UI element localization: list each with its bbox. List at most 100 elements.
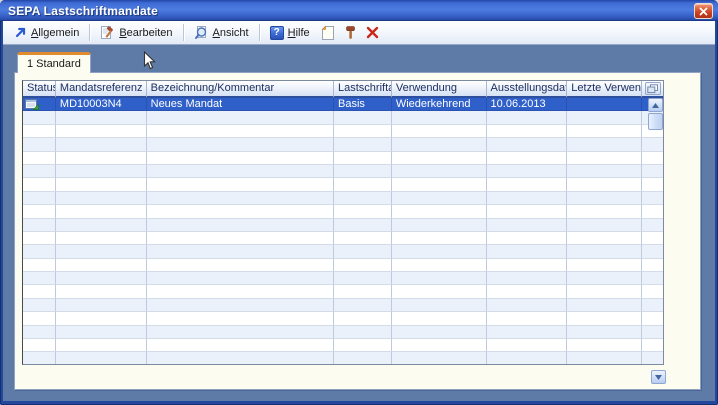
column-header-corner bbox=[642, 81, 663, 98]
empty-cell bbox=[487, 259, 568, 272]
window-title: SEPA Lastschriftmandate bbox=[0, 4, 158, 18]
empty-cell bbox=[23, 232, 56, 245]
empty-cell bbox=[567, 152, 642, 165]
column-header-mandatsreferenz[interactable]: Mandatsreferenz bbox=[56, 81, 147, 98]
empty-cell bbox=[56, 326, 147, 339]
empty-cell bbox=[487, 272, 568, 285]
empty-cell bbox=[567, 326, 642, 339]
empty-cell bbox=[642, 339, 663, 352]
empty-cell bbox=[334, 192, 392, 205]
hammer-icon bbox=[343, 25, 358, 40]
table-row-empty[interactable] bbox=[23, 285, 663, 298]
empty-cell bbox=[392, 259, 487, 272]
empty-cell bbox=[392, 312, 487, 325]
empty-cell bbox=[487, 299, 568, 312]
empty-cell bbox=[147, 125, 334, 138]
mandates-panel: Status Mandatsreferenz Bezeichnung/Komme… bbox=[14, 72, 701, 390]
empty-cell bbox=[642, 326, 663, 339]
empty-cell bbox=[56, 299, 147, 312]
mandate-active-icon bbox=[25, 99, 39, 110]
empty-cell bbox=[56, 352, 147, 365]
empty-cell bbox=[392, 339, 487, 352]
empty-cell bbox=[567, 178, 642, 191]
empty-cell bbox=[147, 285, 334, 298]
table-row-empty[interactable] bbox=[23, 259, 663, 272]
empty-cell bbox=[487, 192, 568, 205]
empty-cell bbox=[392, 125, 487, 138]
empty-cell bbox=[23, 205, 56, 218]
table-row-empty[interactable] bbox=[23, 178, 663, 191]
empty-cell bbox=[567, 111, 642, 124]
empty-cell bbox=[56, 312, 147, 325]
empty-cell bbox=[567, 219, 642, 232]
column-options-button[interactable] bbox=[645, 82, 661, 95]
empty-cell bbox=[147, 352, 334, 365]
empty-cell bbox=[334, 178, 392, 191]
table-header-row: Status Mandatsreferenz Bezeichnung/Komme… bbox=[23, 81, 663, 98]
verwendung-cell: Wiederkehrend bbox=[392, 98, 487, 111]
column-header-ausstellungsdatum[interactable]: Ausstellungsdatum bbox=[487, 81, 568, 98]
table-row-empty[interactable] bbox=[23, 165, 663, 178]
empty-cell bbox=[147, 165, 334, 178]
empty-cell bbox=[56, 192, 147, 205]
table-row-empty[interactable] bbox=[23, 111, 663, 124]
empty-cell bbox=[334, 219, 392, 232]
empty-cell bbox=[567, 285, 642, 298]
empty-cell bbox=[23, 339, 56, 352]
arrow-down-icon bbox=[655, 375, 662, 380]
column-header-bezeichnung[interactable]: Bezeichnung/Kommentar bbox=[147, 81, 334, 98]
empty-cell bbox=[487, 285, 568, 298]
empty-cell bbox=[23, 259, 56, 272]
table-row-empty[interactable] bbox=[23, 232, 663, 245]
table-row-empty[interactable] bbox=[23, 312, 663, 325]
empty-cell bbox=[642, 219, 663, 232]
table-row-empty[interactable] bbox=[23, 352, 663, 365]
scrollbar-down-button[interactable] bbox=[651, 370, 666, 384]
empty-cell bbox=[487, 165, 568, 178]
empty-cell bbox=[23, 192, 56, 205]
table-row-empty[interactable] bbox=[23, 219, 663, 232]
empty-cell bbox=[334, 245, 392, 258]
empty-cell bbox=[334, 205, 392, 218]
hilfe-button[interactable]: ? Hilfe bbox=[263, 23, 317, 43]
scrollbar-up-button[interactable] bbox=[648, 98, 663, 112]
empty-cell bbox=[567, 138, 642, 151]
tab-standard[interactable]: 1 Standard bbox=[17, 52, 91, 73]
close-button[interactable] bbox=[694, 3, 713, 19]
empty-cell bbox=[56, 232, 147, 245]
column-header-verwendung[interactable]: Verwendung bbox=[392, 81, 487, 98]
table-row-empty[interactable] bbox=[23, 326, 663, 339]
hammer-button[interactable] bbox=[339, 23, 362, 43]
column-header-letzte-verwendung[interactable]: Letzte Verwendung bbox=[567, 81, 642, 98]
empty-cell bbox=[392, 138, 487, 151]
empty-cell bbox=[487, 352, 568, 365]
table-row-empty[interactable] bbox=[23, 138, 663, 151]
table-row-selected[interactable]: MD10003N4 Neues Mandat Basis Wiederkehre… bbox=[23, 98, 663, 111]
bearbeiten-button[interactable]: Bearbeiten bbox=[93, 23, 179, 43]
table-row-empty[interactable] bbox=[23, 192, 663, 205]
column-header-status[interactable]: Status bbox=[23, 81, 56, 98]
empty-cell bbox=[487, 205, 568, 218]
scrollbar-thumb[interactable] bbox=[648, 113, 663, 130]
table-row-empty[interactable] bbox=[23, 152, 663, 165]
empty-cell bbox=[642, 245, 663, 258]
table-row-empty[interactable] bbox=[23, 339, 663, 352]
table-row-empty[interactable] bbox=[23, 299, 663, 312]
empty-cell bbox=[567, 339, 642, 352]
delete-button[interactable] bbox=[362, 23, 383, 43]
empty-cell bbox=[334, 299, 392, 312]
column-header-lastschriftart[interactable]: Lastschriftart bbox=[334, 81, 392, 98]
allgemein-button[interactable]: Allgemein bbox=[7, 23, 86, 43]
table-row-empty[interactable] bbox=[23, 272, 663, 285]
new-document-button[interactable] bbox=[317, 23, 339, 43]
hilfe-label: Hilfe bbox=[288, 27, 310, 39]
empty-cell bbox=[392, 326, 487, 339]
table-row-empty[interactable] bbox=[23, 205, 663, 218]
empty-cell bbox=[56, 259, 147, 272]
letzte-verwendung-cell bbox=[567, 98, 642, 111]
empty-cell bbox=[642, 165, 663, 178]
ansicht-button[interactable]: Ansicht bbox=[187, 23, 256, 43]
table-row-empty[interactable] bbox=[23, 125, 663, 138]
table-row-empty[interactable] bbox=[23, 245, 663, 258]
empty-cell bbox=[334, 352, 392, 365]
